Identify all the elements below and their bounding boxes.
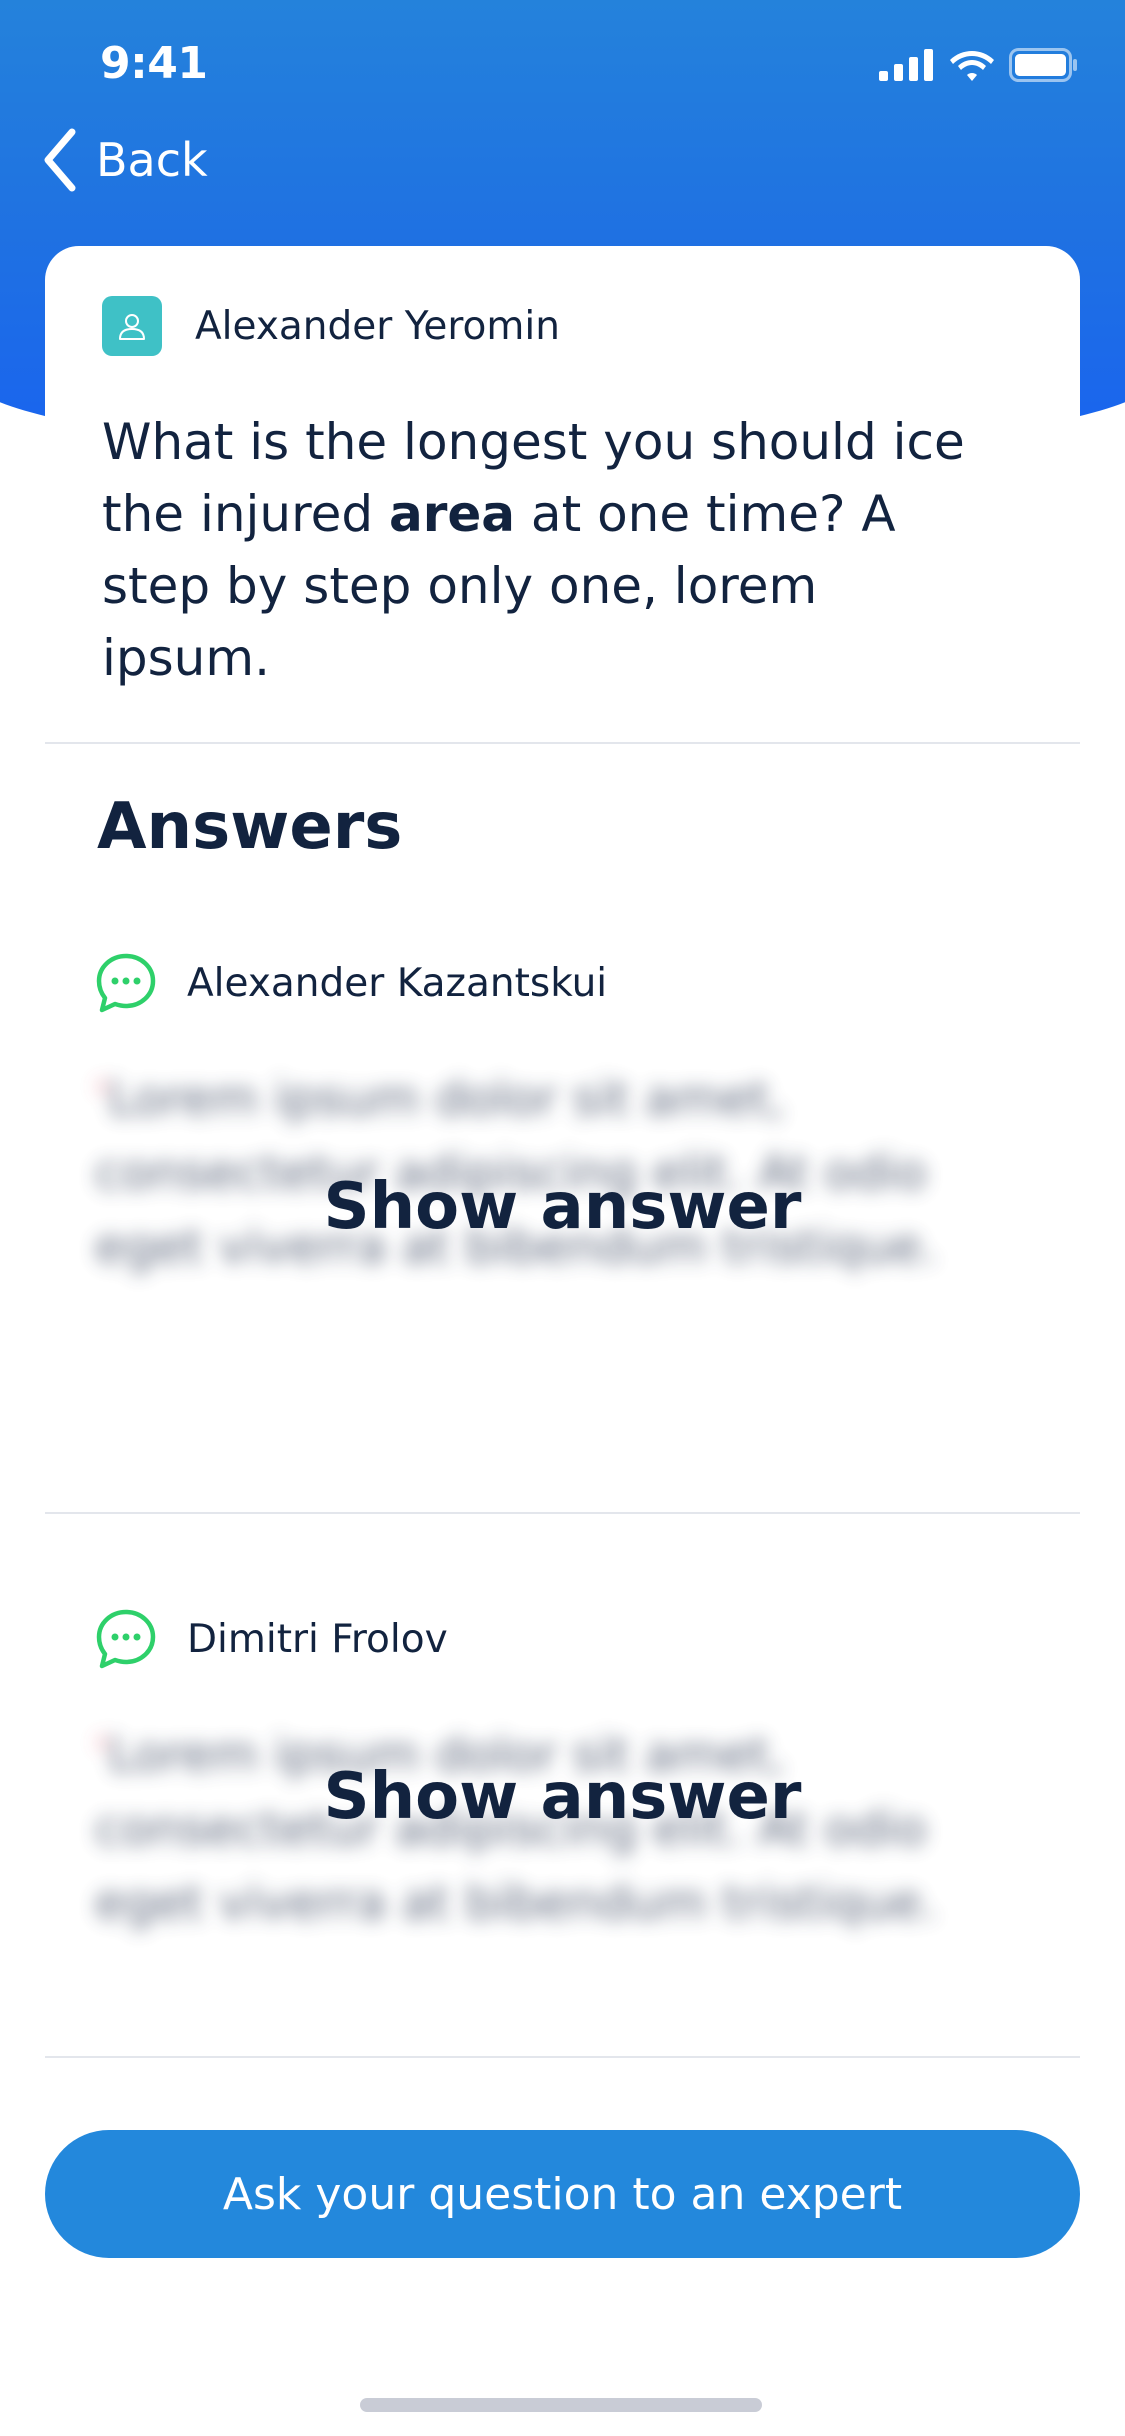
signal-icon [879, 49, 933, 81]
back-button[interactable]: Back [42, 128, 208, 192]
chat-bubble-icon [96, 1609, 156, 1669]
avatar [102, 296, 162, 356]
user-icon [119, 314, 145, 340]
answer-author-name: Dimitri Frolov [187, 1616, 448, 1662]
chat-bubble-icon [96, 953, 156, 1013]
question-author: Alexander Yeromin [102, 296, 560, 356]
wifi-icon [950, 51, 994, 81]
battery-icon [1009, 48, 1077, 82]
answer-item: Dimitri Frolov 'Lorem ipsum dolor sit am… [45, 1608, 1080, 2108]
ask-expert-button[interactable]: Ask your question to an expert [45, 2130, 1080, 2258]
answer-header: Alexander Kazantskui [95, 952, 607, 1014]
divider [45, 1512, 1080, 1514]
show-answer-button[interactable]: Show answer [45, 1760, 1080, 1834]
question-card: Alexander Yeromin What is the longest yo… [45, 246, 1080, 2436]
divider [45, 742, 1080, 744]
answer-header: Dimitri Frolov [95, 1608, 448, 1670]
screen: 9:41 Back Alexander Yeromin What is the … [0, 0, 1125, 2436]
question-text-bold: area [388, 485, 516, 543]
status-icons [879, 48, 1079, 82]
question-text: What is the longest you should ice the i… [102, 406, 982, 694]
chevron-left-icon [44, 128, 76, 192]
show-answer-button[interactable]: Show answer [45, 1170, 1080, 1244]
home-indicator [360, 2398, 762, 2412]
divider [45, 2056, 1080, 2058]
question-author-name: Alexander Yeromin [195, 303, 560, 349]
back-label: Back [96, 133, 208, 187]
answer-author-name: Alexander Kazantskui [187, 960, 608, 1006]
answers-title: Answers [97, 790, 403, 864]
status-time: 9:41 [100, 38, 208, 89]
